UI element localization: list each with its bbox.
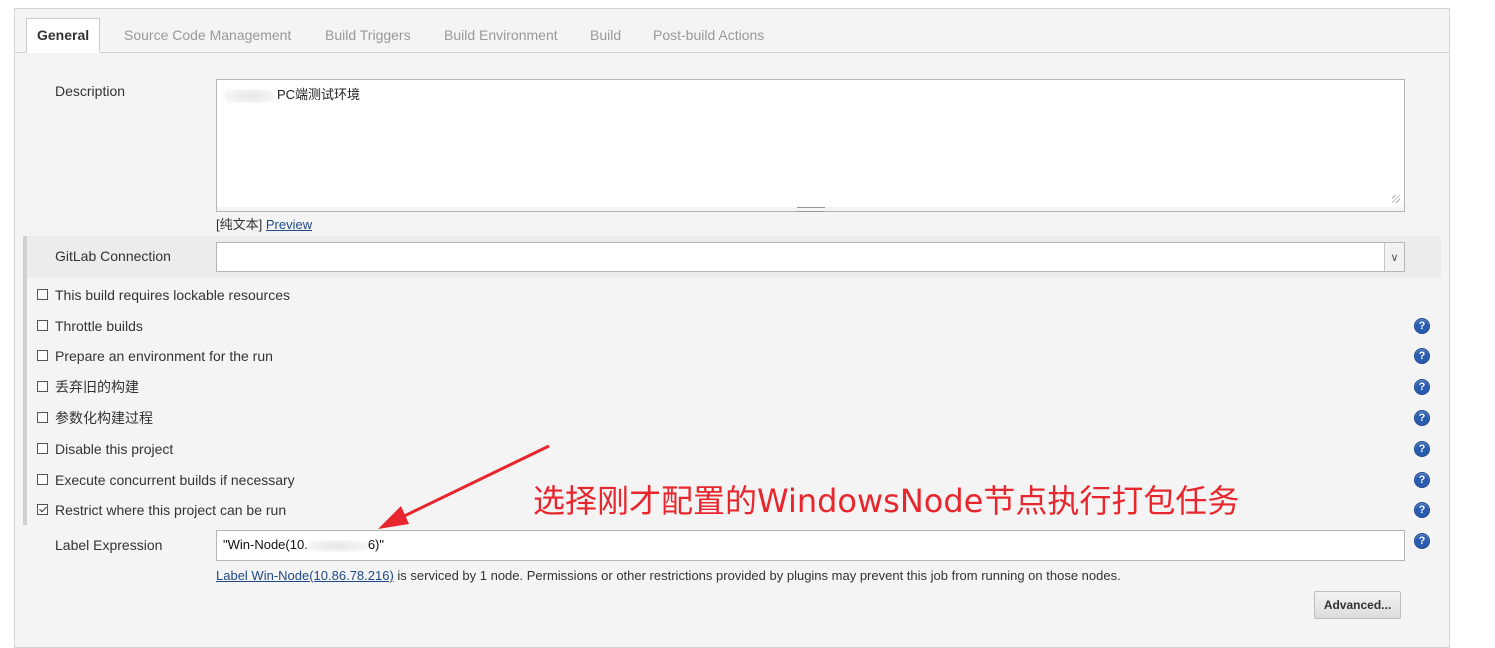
option-restrict-where-run[interactable]: Restrict where this project can be run (37, 500, 286, 520)
tab-general[interactable]: General (26, 18, 101, 53)
redacted-blur (307, 539, 368, 552)
drag-handle-icon[interactable] (797, 207, 825, 212)
tab-build[interactable]: Build (590, 20, 621, 52)
help-icon[interactable]: ? (1414, 533, 1430, 549)
description-textarea[interactable]: PC端测试环境 (216, 79, 1405, 208)
option-label: 参数化构建过程 (55, 410, 153, 426)
help-icon[interactable]: ? (1414, 379, 1430, 395)
help-icon[interactable]: ? (1414, 318, 1430, 334)
option-prepare-environment[interactable]: Prepare an environment for the run (37, 346, 273, 366)
checkbox-prepare-environment[interactable] (37, 349, 48, 361)
label-expression-input[interactable]: "Win-Node(10. 6)" (216, 530, 1405, 561)
option-throttle-builds[interactable]: Throttle builds (37, 316, 143, 336)
tab-build-environment[interactable]: Build Environment (444, 20, 558, 52)
annotation-text: 选择刚才配置的WindowsNode节点执行打包任务 (533, 482, 1240, 520)
option-parameterized-build[interactable]: 参数化构建过程 (37, 408, 153, 428)
checkbox-parameterized-build[interactable] (37, 411, 48, 423)
option-label: Execute concurrent builds if necessary (55, 472, 295, 488)
redacted-blur (225, 88, 275, 103)
checkbox-restrict-where-run[interactable] (37, 503, 48, 515)
checkbox-disable-project[interactable] (37, 442, 48, 454)
advanced-button[interactable]: Advanced... (1314, 591, 1401, 619)
preview-link[interactable]: Preview (266, 217, 312, 232)
description-text: PC端测试环境 (277, 87, 361, 102)
label-info-text: is serviced by 1 node. Permissions or ot… (393, 568, 1121, 583)
option-label: Disable this project (55, 441, 174, 457)
checkbox-throttle-builds[interactable] (37, 319, 48, 331)
checkbox-concurrent-builds[interactable] (37, 473, 48, 485)
tab-post-build-actions[interactable]: Post-build Actions (653, 20, 764, 52)
gitlab-connection-label: GitLab Connection (55, 248, 171, 264)
description-format-links: [纯文本] Preview (216, 214, 312, 233)
label-expression-label: Label Expression (55, 537, 163, 553)
option-concurrent-builds[interactable]: Execute concurrent builds if necessary (37, 470, 295, 490)
option-lockable-resources[interactable]: This build requires lockable resources (37, 285, 290, 305)
resize-grip-icon[interactable] (1392, 195, 1400, 203)
option-disable-project[interactable]: Disable this project (37, 439, 173, 459)
help-icon[interactable]: ? (1414, 348, 1430, 364)
option-label: This build requires lockable resources (55, 287, 290, 303)
option-label: Prepare an environment for the run (55, 348, 273, 364)
label-expression-info: Label Win-Node(10.86.78.216) is serviced… (216, 568, 1121, 583)
label-expression-suffix: 6)" (367, 537, 384, 552)
checkbox-discard-old-builds[interactable] (37, 380, 48, 392)
tab-build-triggers[interactable]: Build Triggers (325, 20, 411, 52)
label-expression-prefix: "Win-Node(10. (223, 537, 308, 552)
tab-source-code-management[interactable]: Source Code Management (124, 20, 291, 52)
help-icon[interactable]: ? (1414, 441, 1430, 457)
gitlab-connection-select[interactable]: ∨ (216, 242, 1405, 272)
option-label: Throttle builds (55, 318, 143, 334)
help-icon[interactable]: ? (1414, 502, 1430, 518)
help-icon[interactable]: ? (1414, 472, 1430, 488)
description-label: Description (55, 83, 126, 99)
textarea-resize-bar[interactable] (216, 207, 1405, 212)
help-icon[interactable]: ? (1414, 410, 1430, 426)
options-section-bar (23, 278, 27, 525)
option-label: Restrict where this project can be run (55, 502, 287, 518)
checkbox-lockable-resources[interactable] (37, 288, 48, 300)
label-node-link[interactable]: Label Win-Node(10.86.78.216) (216, 568, 394, 583)
config-tabbar: General Source Code Management Build Tri… (15, 9, 1449, 53)
option-label: 丢弃旧的构建 (55, 379, 139, 395)
chevron-down-icon[interactable]: ∨ (1384, 243, 1404, 271)
plain-text-label: [纯文本] (216, 217, 263, 232)
job-config-panel: General Source Code Management Build Tri… (14, 8, 1450, 648)
option-discard-old-builds[interactable]: 丢弃旧的构建 (37, 377, 139, 397)
